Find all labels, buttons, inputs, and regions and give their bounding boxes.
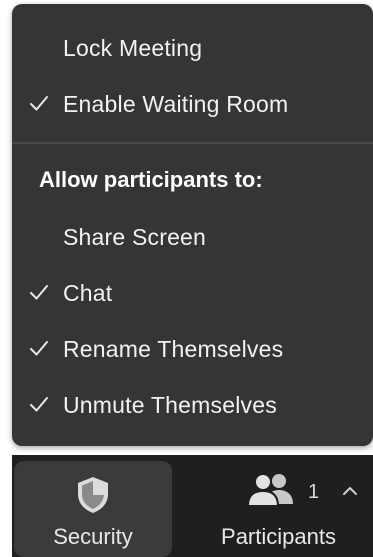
- menu-item-share-screen[interactable]: Share Screen: [12, 215, 373, 259]
- menu-item-rename-themselves[interactable]: Rename Themselves: [12, 327, 373, 371]
- checkmark-icon: [30, 96, 48, 111]
- security-popup-screen: Lock Meeting Enable Waiting Room Allow p…: [0, 0, 373, 557]
- menu-item-label: Lock Meeting: [63, 34, 203, 61]
- security-menu: Lock Meeting Enable Waiting Room Allow p…: [12, 4, 373, 446]
- participants-icon: [246, 473, 293, 507]
- checkmark-icon: [30, 285, 48, 300]
- menu-item-label: Unmute Themselves: [63, 391, 277, 418]
- checkmark-icon: [30, 397, 48, 412]
- chevron-up-icon[interactable]: [342, 485, 358, 497]
- menu-item-lock-meeting[interactable]: Lock Meeting: [12, 26, 373, 70]
- allow-participants-heading: Allow participants to:: [39, 167, 263, 192]
- participants-label: Participants: [221, 524, 336, 549]
- security-label: Security: [53, 524, 133, 549]
- menu-item-label: Chat: [63, 279, 113, 306]
- participants-button[interactable]: 1 Participants: [184, 455, 373, 557]
- menu-item-chat[interactable]: Chat: [12, 271, 373, 315]
- checkmark-icon: [30, 341, 48, 356]
- menu-item-label: Share Screen: [63, 223, 207, 250]
- meeting-toolbar: Security 1 Participants: [12, 455, 373, 557]
- shield-icon: [78, 477, 108, 513]
- menu-item-enable-waiting-room[interactable]: Enable Waiting Room: [12, 82, 373, 126]
- menu-item-label: Rename Themselves: [63, 335, 284, 362]
- participants-count: 1: [308, 481, 320, 503]
- menu-item-unmute-themselves[interactable]: Unmute Themselves: [12, 383, 373, 427]
- security-button[interactable]: Security: [14, 461, 172, 557]
- menu-divider: [12, 142, 373, 144]
- menu-item-label: Enable Waiting Room: [63, 90, 289, 117]
